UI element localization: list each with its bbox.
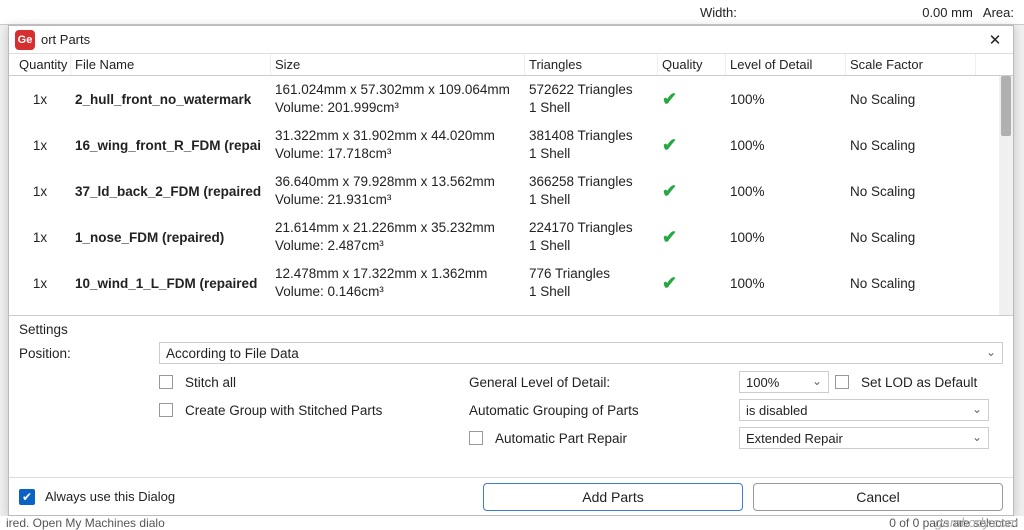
width-label: Width:: [700, 5, 737, 20]
cancel-button[interactable]: Cancel: [753, 483, 1003, 511]
table-row[interactable]: 1x10_wind_1_L_FDM (repaired12.478mm x 17…: [9, 260, 1013, 306]
create-group-label: Create Group with Stitched Parts: [185, 403, 382, 418]
position-label: Position:: [19, 346, 159, 361]
button-bar: ✔ Always use this Dialog Add Parts Cance…: [9, 477, 1013, 515]
status-left: ired. Open My Machines dialo: [6, 516, 165, 530]
cell-triangles: 366258 Triangles1 Shell: [525, 173, 658, 209]
cell-lod: 100%: [726, 276, 846, 291]
col-lod[interactable]: Level of Detail: [726, 54, 846, 75]
cell-triangles: 381408 Triangles1 Shell: [525, 127, 658, 163]
set-lod-default-checkbox[interactable]: [835, 375, 849, 389]
set-lod-default-label: Set LOD as Default: [861, 375, 977, 390]
cell-quantity: 1x: [9, 230, 71, 245]
col-quantity[interactable]: Quantity: [9, 54, 71, 75]
scrollbar-track[interactable]: [999, 76, 1013, 315]
col-filename[interactable]: File Name: [71, 54, 271, 75]
dialog-title: ort Parts: [41, 32, 90, 47]
table-body: 1x2_hull_front_no_watermark161.024mm x 5…: [9, 76, 1013, 316]
status-bar: ired. Open My Machines dialo 0 of 0 part…: [0, 516, 1024, 530]
scrollbar-thumb[interactable]: [1001, 76, 1011, 136]
cell-scale: No Scaling: [846, 276, 976, 291]
cell-lod: 100%: [726, 230, 846, 245]
titlebar: Ge ort Parts ✕: [9, 26, 1013, 54]
cell-size: 12.478mm x 17.322mm x 1.362mmVolume: 0.1…: [271, 265, 525, 301]
settings-heading: Settings: [19, 322, 1003, 337]
width-value: 0.00 mm Area:: [922, 5, 1014, 20]
parts-table: Quantity File Name Size Triangles Qualit…: [9, 54, 1013, 316]
cell-triangles: 776 Triangles1 Shell: [525, 265, 658, 301]
always-use-dialog-label: Always use this Dialog: [45, 489, 175, 504]
col-scale[interactable]: Scale Factor: [846, 54, 976, 75]
add-parts-button[interactable]: Add Parts: [483, 483, 743, 511]
stitch-all-checkbox[interactable]: [159, 375, 173, 389]
close-icon[interactable]: ✕: [983, 28, 1007, 52]
cell-scale: No Scaling: [846, 92, 976, 107]
cell-lod: 100%: [726, 138, 846, 153]
table-row[interactable]: 1x16_wing_front_R_FDM (repai31.322mm x 3…: [9, 122, 1013, 168]
background-toolbar: Width: 0.00 mm Area:: [0, 0, 1024, 25]
table-header: Quantity File Name Size Triangles Qualit…: [9, 54, 1013, 76]
general-lod-label: General Level of Detail:: [469, 375, 739, 390]
cell-lod: 100%: [726, 184, 846, 199]
general-lod-select[interactable]: 100%: [739, 371, 829, 393]
table-row[interactable]: 1x37_ld_back_2_FDM (repaired36.640mm x 7…: [9, 168, 1013, 214]
col-size[interactable]: Size: [271, 54, 525, 75]
col-quality[interactable]: Quality: [658, 54, 726, 75]
quality-check-icon: ✔: [658, 227, 726, 248]
import-parts-dialog: Ge ort Parts ✕ Quantity File Name Size T…: [8, 25, 1014, 516]
cell-scale: No Scaling: [846, 230, 976, 245]
cell-triangles: 572622 Triangles1 Shell: [525, 81, 658, 117]
cell-quantity: 1x: [9, 184, 71, 199]
col-triangles[interactable]: Triangles: [525, 54, 658, 75]
quality-check-icon: ✔: [658, 273, 726, 294]
cell-quantity: 1x: [9, 276, 71, 291]
cell-filename: 16_wing_front_R_FDM (repai: [71, 138, 271, 153]
cell-quantity: 1x: [9, 138, 71, 153]
settings-panel: Settings Position: According to File Dat…: [9, 316, 1013, 477]
cell-size: 21.614mm x 21.226mm x 35.232mmVolume: 2.…: [271, 219, 525, 255]
auto-repair-select[interactable]: Extended Repair: [739, 427, 989, 449]
always-use-dialog-checkbox[interactable]: ✔: [19, 489, 35, 505]
watermark: gambody.com: [935, 515, 1018, 530]
cell-size: 36.640mm x 79.928mm x 13.562mmVolume: 21…: [271, 173, 525, 209]
cell-filename: 1_nose_FDM (repaired): [71, 230, 271, 245]
cell-lod: 100%: [726, 92, 846, 107]
cell-triangles: 224170 Triangles1 Shell: [525, 219, 658, 255]
cell-filename: 2_hull_front_no_watermark: [71, 92, 271, 107]
stitch-all-label: Stitch all: [185, 375, 236, 390]
create-group-checkbox[interactable]: [159, 403, 173, 417]
table-row[interactable]: 1x2_hull_front_no_watermark161.024mm x 5…: [9, 76, 1013, 122]
cell-quantity: 1x: [9, 92, 71, 107]
cell-size: 31.322mm x 31.902mm x 44.020mmVolume: 17…: [271, 127, 525, 163]
position-select[interactable]: According to File Data: [159, 342, 1003, 364]
quality-check-icon: ✔: [658, 89, 726, 110]
cell-scale: No Scaling: [846, 184, 976, 199]
quality-check-icon: ✔: [658, 135, 726, 156]
auto-group-label: Automatic Grouping of Parts: [469, 403, 739, 418]
cell-filename: 37_ld_back_2_FDM (repaired: [71, 184, 271, 199]
app-logo-icon: Ge: [15, 30, 35, 50]
auto-group-select[interactable]: is disabled: [739, 399, 989, 421]
cell-scale: No Scaling: [846, 138, 976, 153]
cell-size: 161.024mm x 57.302mm x 109.064mmVolume: …: [271, 81, 525, 117]
auto-repair-label: Automatic Part Repair: [495, 431, 627, 446]
auto-repair-checkbox[interactable]: [469, 431, 483, 445]
quality-check-icon: ✔: [658, 181, 726, 202]
table-row[interactable]: 1x1_nose_FDM (repaired)21.614mm x 21.226…: [9, 214, 1013, 260]
cell-filename: 10_wind_1_L_FDM (repaired: [71, 276, 271, 291]
